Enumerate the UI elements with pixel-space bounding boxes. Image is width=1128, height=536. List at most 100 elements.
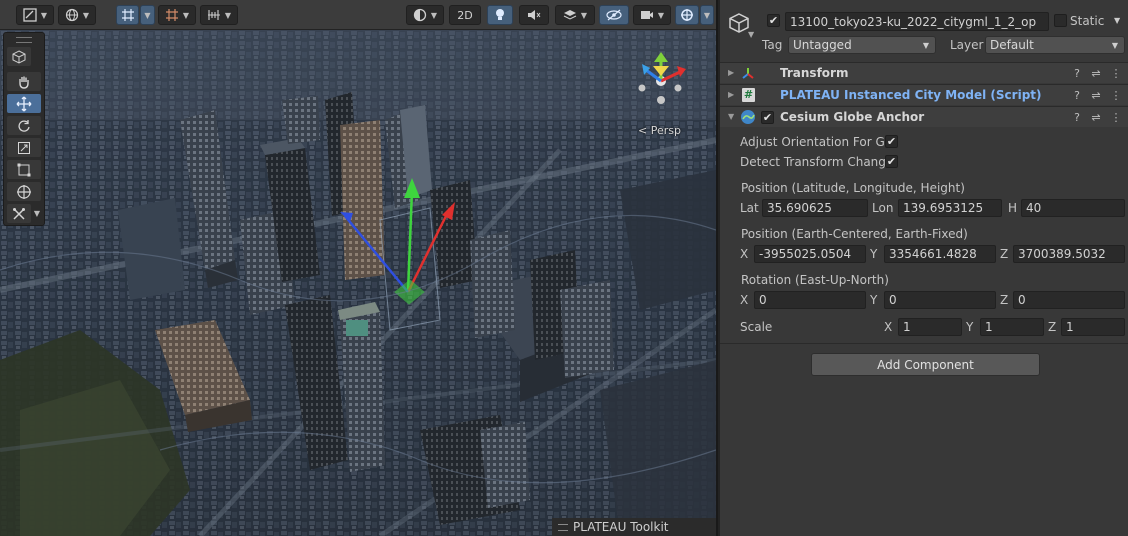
shading-icon [413,8,427,22]
hand-tool[interactable] [7,72,41,91]
custom-tool-button[interactable] [7,204,31,223]
rect-tool[interactable] [7,160,41,179]
transform-tool[interactable] [7,182,41,201]
scale-tool[interactable] [7,138,41,157]
gameobject-cube-icon [729,13,749,33]
scene-view[interactable]: ▼ ▼ ▼ ▼ ▼ ▼ 2D ▼ ▼ ▼ ▼ < Persp PLATEAU T… [0,0,716,536]
static-dropdown-arrow[interactable]: ▼ [1114,16,1120,25]
help-icon[interactable]: ? [1071,67,1083,80]
presets-icon[interactable]: ⇌ [1090,111,1102,124]
object-name-field[interactable]: 13100_tokyo23-ku_2022_citygml_1_2_op [785,12,1049,31]
detect-transform-label: Detect Transform Change [740,155,894,169]
gizmos-dropdown[interactable]: ▼ [700,5,714,25]
tag-dropdown[interactable]: Untagged ▼ [788,36,936,54]
ecef-y-field[interactable]: 3354661.4828 [884,245,996,263]
chevron-down-icon: ▼ [1111,41,1118,50]
component-enabled-checkbox[interactable]: ✔ [761,111,774,124]
tag-label: Tag [762,38,783,52]
height-field[interactable]: 40 [1021,199,1125,217]
help-icon[interactable]: ? [1071,111,1083,124]
presets-icon[interactable]: ⇌ [1090,89,1102,102]
chevron-down-icon[interactable]: ▼ [728,112,734,121]
h-label: H [1008,201,1018,215]
rot-x-field[interactable]: 0 [754,291,866,309]
grid-snapping-dropdown[interactable]: ▼ [140,5,155,25]
palette-grip[interactable] [16,37,32,43]
lon-field[interactable]: 139.6953125 [898,199,1002,217]
lat-field[interactable]: 35.690625 [762,199,868,217]
camera-settings-button[interactable]: ▼ [633,5,671,25]
chevron-down-icon: ▼ [224,10,232,20]
position-ecef-label: Position (Earth-Centered, Earth-Fixed) [741,227,968,241]
ecef-x-field[interactable]: -3955025.0504 [754,245,866,263]
layer-value: Default [990,38,1034,52]
globe-icon [65,8,79,22]
align-tools-button[interactable]: ▼ [200,5,238,25]
chevron-down-icon: ▼ [144,10,151,20]
adjust-orientation-checkbox[interactable]: ✔ [885,135,898,148]
grip-icon [558,523,568,531]
grid-snapping-button[interactable] [116,5,139,25]
gizmo-icon [681,9,693,21]
object-active-checkbox[interactable]: ✔ [767,14,780,27]
detect-transform-checkbox[interactable]: ✔ [885,155,898,168]
orientation-gizmo[interactable] [628,48,694,114]
increment-snap-button[interactable]: ▼ [158,5,196,25]
help-icon[interactable]: ? [1071,89,1083,102]
more-menu-icon[interactable]: ⋮ [1110,67,1122,80]
chevron-down-icon: ▼ [82,10,90,20]
global-local-button[interactable]: ▼ [58,5,96,25]
component-cesium-globe-anchor[interactable]: ▼ ✔ Cesium Globe Anchor ? ⇌ ⋮ [720,106,1128,127]
rotation-label: Rotation (East-Up-North) [741,273,889,287]
audio-icon [528,10,541,20]
scale-y-field[interactable]: 1 [980,318,1044,336]
rot-x-label: X [740,293,749,307]
audio-toggle[interactable] [519,5,549,25]
chevron-down-icon[interactable]: ▼ [748,30,754,39]
scene-visibility-toggle[interactable] [599,5,629,25]
lighting-toggle[interactable] [487,5,513,25]
component-name: Cesium Globe Anchor [780,110,925,124]
component-plateau-instanced-city-model[interactable]: ▶ # PLATEAU Instanced City Model (Script… [720,84,1128,105]
static-checkbox[interactable] [1054,14,1067,27]
scale-label: Scale [740,320,773,334]
chevron-right-icon[interactable]: ▶ [728,68,734,77]
align-icon [207,10,220,20]
scale-z-field[interactable]: 1 [1061,318,1125,336]
component-transform[interactable]: ▶ Transform ? ⇌ ⋮ [720,62,1128,83]
persp-label[interactable]: < Persp [638,124,681,137]
view-options-button[interactable]: ▼ [16,5,54,25]
plateau-toolkit-overlay[interactable]: PLATEAU Toolkit [552,518,716,536]
chevron-right-icon[interactable]: ▶ [728,90,734,99]
ecef-z-field[interactable]: 3700389.5032 [1013,245,1125,263]
layer-dropdown[interactable]: Default ▼ [985,36,1125,54]
more-menu-icon[interactable]: ⋮ [1110,111,1122,124]
rot-y-field[interactable]: 0 [884,291,996,309]
tool-context-button[interactable] [7,47,31,66]
add-component-button[interactable]: Add Component [811,353,1040,376]
custom-tool-icon [13,207,25,220]
scale-x-label: X [884,320,893,334]
presets-icon[interactable]: ⇌ [1090,67,1102,80]
move-tool[interactable] [7,94,41,113]
more-menu-icon[interactable]: ⋮ [1110,89,1122,102]
rot-z-field[interactable]: 0 [1013,291,1125,309]
component-name: PLATEAU Instanced City Model (Script) [780,88,1042,102]
component-name: Transform [780,66,849,80]
draw-mode-button[interactable]: ▼ [406,5,444,25]
bulb-icon [496,9,504,20]
effects-button[interactable]: ▼ [555,5,595,25]
script-hash-icon: # [742,88,755,102]
scale-y-label: Y [966,320,974,334]
rotate-tool[interactable] [7,116,41,135]
lon-label: Lon [872,201,894,215]
camera-icon [640,11,653,19]
view-options-icon [23,8,37,22]
chevron-down-icon[interactable]: ▼ [32,204,42,223]
scene-toolbar: ▼ ▼ ▼ ▼ ▼ ▼ 2D ▼ ▼ ▼ [0,0,716,30]
gizmos-toggle[interactable] [675,5,699,25]
view-2d-button[interactable]: 2D [449,5,481,25]
scale-x-field[interactable]: 1 [898,318,962,336]
cube-icon [12,49,26,64]
layer-label: Layer [950,38,984,52]
